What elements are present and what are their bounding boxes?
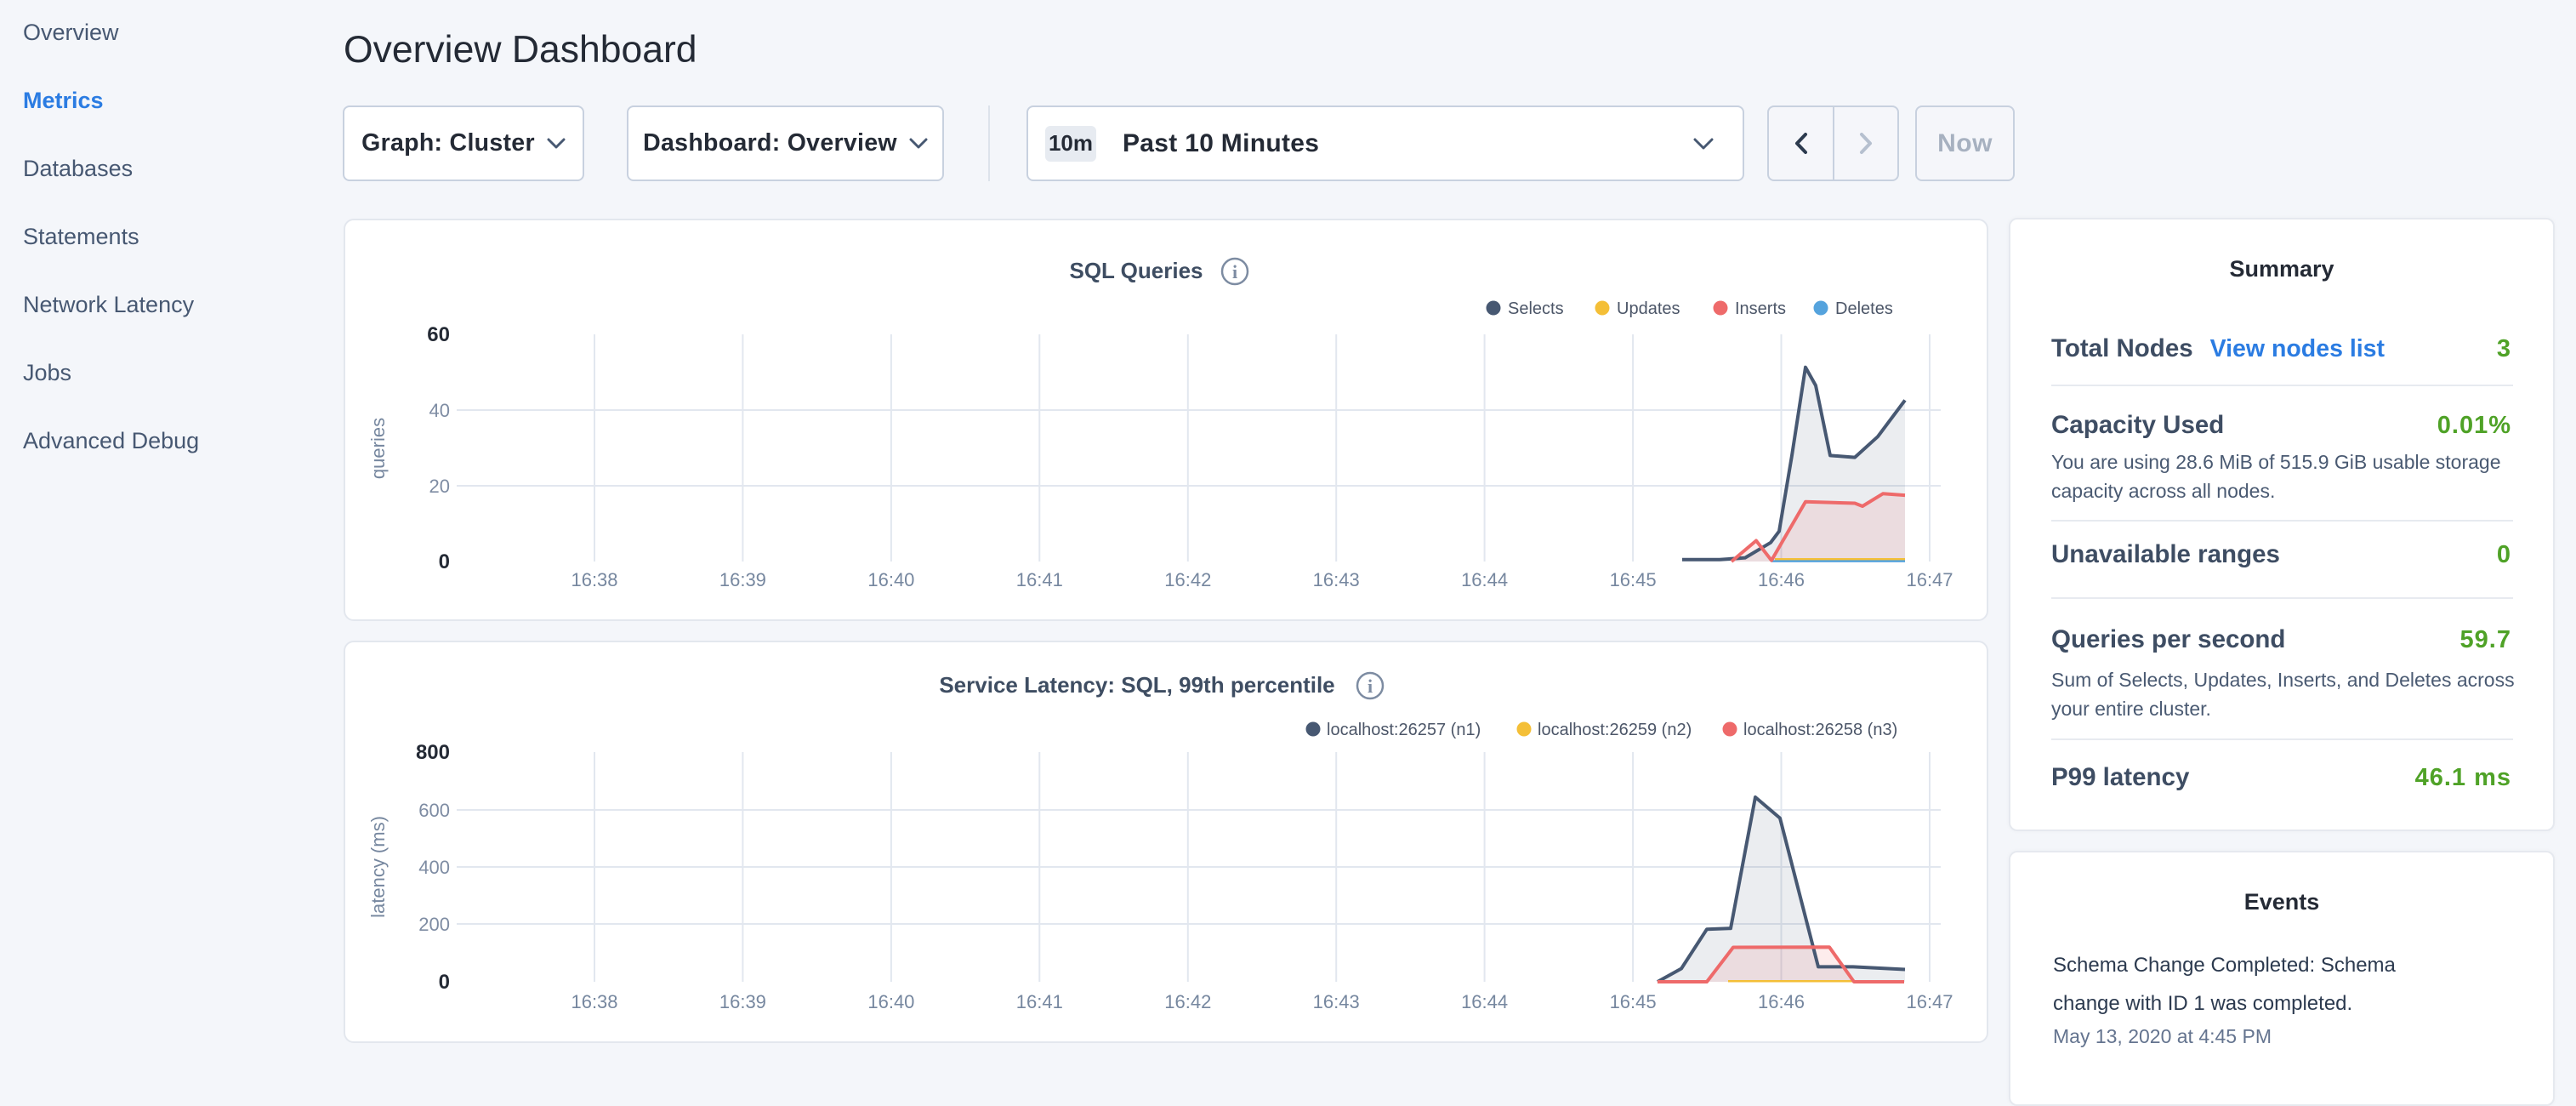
svg-text:16:40: 16:40 [867,991,914,1012]
svg-text:16:45: 16:45 [1610,569,1657,590]
svg-text:16:41: 16:41 [1016,569,1063,590]
svg-text:16:41: 16:41 [1016,991,1063,1012]
svg-text:16:38: 16:38 [571,991,617,1012]
svg-text:16:39: 16:39 [719,569,766,590]
svg-text:16:43: 16:43 [1313,991,1360,1012]
svg-text:0: 0 [439,550,450,573]
svg-text:16:38: 16:38 [571,569,617,590]
svg-text:16:42: 16:42 [1164,569,1211,590]
svg-text:60: 60 [427,323,450,346]
svg-text:400: 400 [418,857,450,878]
svg-text:i: i [1368,676,1373,697]
svg-text:localhost:26258 (n3): localhost:26258 (n3) [1743,721,1897,739]
svg-text:16:39: 16:39 [719,991,766,1012]
svg-text:40: 40 [429,400,450,421]
svg-text:i: i [1232,261,1237,282]
svg-text:200: 200 [418,914,450,935]
svg-text:16:45: 16:45 [1610,991,1657,1012]
svg-text:16:47: 16:47 [1906,569,1953,590]
svg-text:800: 800 [416,741,450,764]
svg-text:16:42: 16:42 [1164,991,1211,1012]
svg-text:Updates: Updates [1617,299,1680,318]
svg-text:SQL Queries: SQL Queries [1069,258,1203,283]
svg-text:Selects: Selects [1508,299,1564,318]
svg-text:16:44: 16:44 [1461,569,1508,590]
svg-text:latency (ms): latency (ms) [367,816,389,918]
svg-text:600: 600 [418,800,450,821]
svg-text:queries: queries [367,418,389,479]
svg-text:16:43: 16:43 [1313,569,1360,590]
svg-text:16:46: 16:46 [1758,569,1805,590]
svg-text:20: 20 [429,476,450,497]
svg-text:16:44: 16:44 [1461,991,1508,1012]
svg-text:0: 0 [439,971,450,994]
svg-text:Service Latency: SQL, 99th per: Service Latency: SQL, 99th percentile [939,672,1334,698]
svg-text:16:46: 16:46 [1758,991,1805,1012]
svg-text:Deletes: Deletes [1835,299,1893,318]
svg-text:16:40: 16:40 [867,569,914,590]
svg-text:localhost:26259 (n2): localhost:26259 (n2) [1538,721,1692,739]
svg-text:16:47: 16:47 [1906,991,1953,1012]
svg-text:Inserts: Inserts [1735,299,1786,318]
svg-text:localhost:26257 (n1): localhost:26257 (n1) [1327,721,1481,739]
